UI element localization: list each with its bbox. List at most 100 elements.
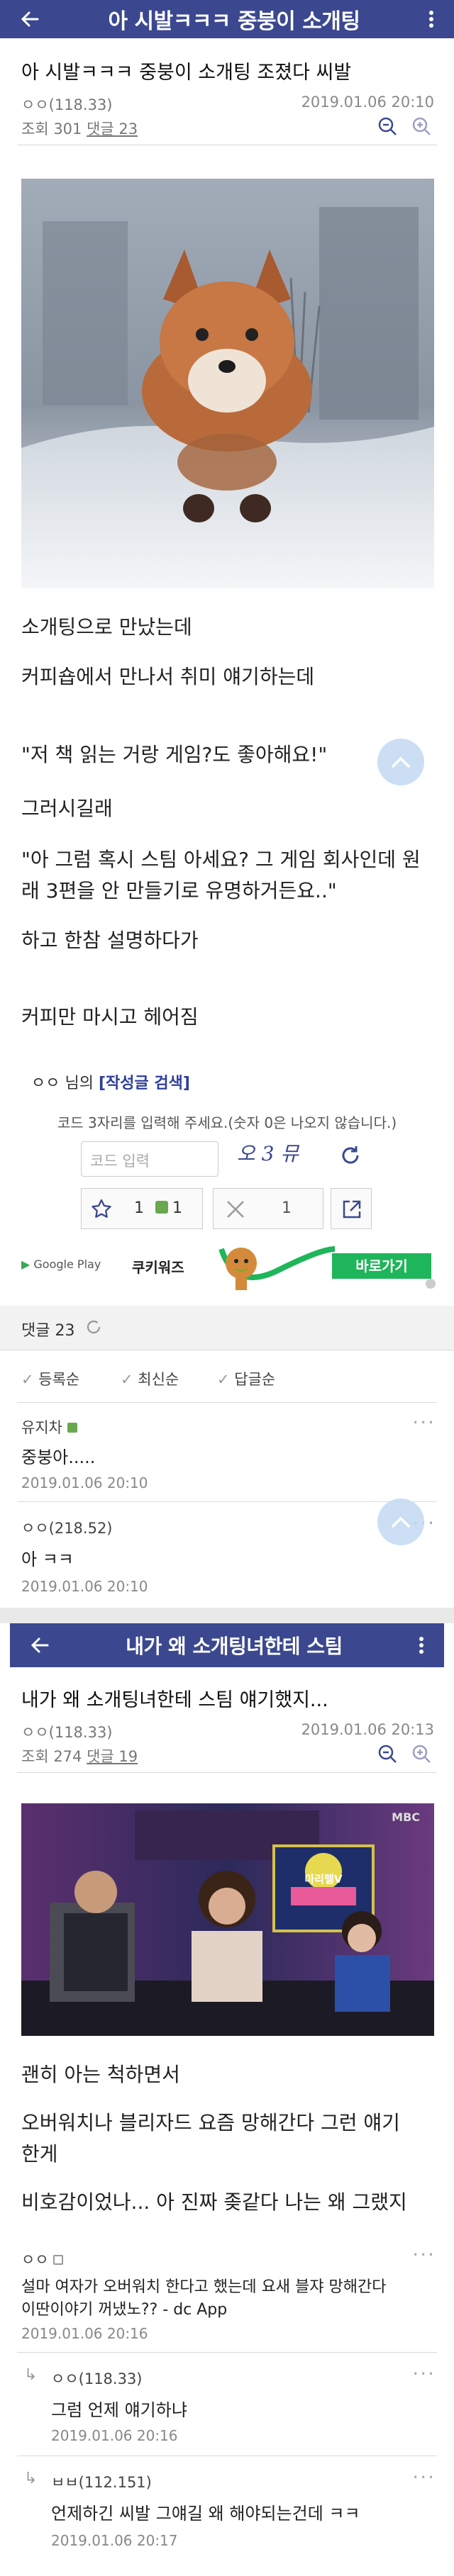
divider [17,2455,437,2456]
arrow-left-icon [21,11,39,27]
ad-store-label: Google Play [33,1258,101,1271]
comment-author[interactable]: ㅂㅂ(112.151) [51,2471,152,2492]
captcha-code-image: 오 3 뮤 [237,1142,299,1165]
comment-text: 중붕아..... [21,1447,96,1467]
scroll-top-button[interactable] [377,1499,424,1545]
post-body-line: 커피만 마시고 헤어짐 [21,1005,199,1029]
comment-count-link[interactable]: 댓글 19 [87,1748,138,1765]
back-button[interactable] [10,1623,70,1667]
comment-count-link[interactable]: 댓글 23 [87,121,138,138]
zoom-out-button[interactable] [377,116,397,139]
comment-text: 그럼 언제 얘기하냐 [51,2400,187,2420]
ad-cta-button[interactable]: 바로가기 [332,1253,431,1279]
comment-author[interactable]: ㅇㅇ [21,2249,64,2270]
share-icon [343,1200,361,1219]
author-search-prefix: ㅇㅇ 님의 [31,1075,94,1092]
ad-banner[interactable]: ▶ Google Play 쿠키워즈 바로가기 [0,1242,454,1292]
share-button[interactable] [331,1188,372,1229]
back-button[interactable] [0,0,60,38]
fixed-user-icon [155,1201,168,1214]
ad-close-icon[interactable] [426,1279,436,1289]
sort-label: 최신순 [138,1371,179,1388]
upvote-button[interactable]: 1 1 [81,1188,203,1229]
chevron-up-icon [392,1516,410,1528]
comment-date: 2019.01.06 20:10 [21,1578,148,1595]
check-icon: ✓ [121,1371,133,1388]
post-body-line: "아 그럼 혹시 스팀 아세요? 그 게임 회사인데 원 [21,848,421,871]
top-app-bar: 내가 왜 소개팅녀한테 스팀 [10,1623,444,1667]
check-icon: ✓ [217,1371,230,1388]
more-vertical-icon [429,11,433,28]
comments-header: 댓글 23 [0,1306,454,1350]
sort-option-latest[interactable]: ✓ 최신순 [121,1368,179,1389]
downvote-button[interactable]: 1 [213,1188,323,1229]
comments-count: 댓글 23 [21,1322,75,1340]
post-body-line: "저 책 읽는 거랑 게임?도 좋아해요!" [21,743,328,766]
reply-arrow-icon: ↳ [24,2366,38,2384]
comment-text: 언제하긴 씨발 그얘길 왜 해야되는건데 ㅋㅋ [51,2504,360,2524]
more-vertical-icon [419,1637,423,1654]
zoom-in-icon [412,1745,431,1763]
post-stats: 조회 274 댓글 19 [21,1745,138,1766]
mobile-icon [53,2255,64,2265]
captcha-refresh-button[interactable] [339,1144,362,1170]
post-date: 2019.01.06 20:13 [301,1721,434,1738]
post-body-line: 오버워치나 블리자드 요즘 망해간다 그런 얘기 [21,2111,400,2134]
comment-author[interactable]: ㅇㅇ(118.33) [51,2368,143,2389]
chevron-up-icon [392,756,410,768]
zoom-out-icon [378,117,397,135]
post-body-line: 래 3편을 안 만들기로 유명하거든요.." [21,879,337,902]
comment-author[interactable]: 유지차 [21,1416,77,1438]
check-icon: ✓ [21,1371,34,1388]
post-body-line: 비호감이었나... 아 진짜 좆같다 나는 왜 그랬지 [21,2190,407,2214]
refresh-icon [342,1146,359,1164]
comment-text: 이딴이야기 꺼냈노?? - dc App [21,2301,228,2319]
google-play-badge: ▶ Google Play [21,1258,101,1271]
downvote-count: 1 [282,1199,292,1217]
view-count: 조회 301 [21,121,82,138]
post-stats: 조회 301 댓글 23 [21,118,138,139]
zoom-in-button[interactable] [411,1744,431,1766]
post-title: 아 시발ㅋㅋㅋ 중붕이 소개팅 조졌다 씨발 [21,62,352,84]
captcha-hint: 코드 3자리를 입력해 주세요.(숫자 0은 나오지 않습니다.) [57,1114,397,1131]
comment-more-button[interactable]: ··· [412,2243,436,2266]
view-count: 조회 274 [21,1748,82,1765]
sort-option-replies[interactable]: ✓ 답글순 [217,1368,275,1389]
post-body-line: 그러시길래 [21,797,113,820]
arrow-left-icon [31,1637,49,1653]
show-logo: 마리텔V [304,1873,343,1886]
comment-date: 2019.01.06 20:16 [21,2325,148,2342]
zoom-out-button[interactable] [377,1744,397,1766]
broadcaster-logo: MBC [392,1810,420,1824]
more-menu-button[interactable] [399,1623,444,1667]
fixed-upvote-count: 1 [172,1199,182,1217]
comment-more-button[interactable]: ··· [412,2362,436,2385]
sort-option-registered[interactable]: ✓ 등록순 [21,1368,79,1389]
scroll-top-button[interactable] [377,739,424,785]
top-app-bar: 아 시발ㅋㅋㅋ 중붕이 소개팅 [0,0,454,38]
refresh-icon [87,1320,101,1334]
reply-arrow-icon: ↳ [24,2470,38,2487]
header-title: 내가 왜 소개팅녀한테 스팀 [126,1635,343,1658]
post-separator [0,1608,454,1623]
post-image-fox [21,179,434,588]
divider [17,1501,437,1502]
ad-brand: 쿠키워즈 [132,1259,184,1276]
post-author[interactable]: ㅇㅇ(118.33) [21,1721,113,1742]
post-image-tv-studio: MBC 마리텔V [21,1803,434,2036]
comment-author[interactable]: ㅇㅇ(218.52) [21,1517,113,1538]
comment-date: 2019.01.06 20:16 [51,2427,178,2444]
header-title: 아 시발ㅋㅋㅋ 중붕이 소개팅 [108,9,360,34]
captcha-input[interactable]: 코드 입력 [81,1141,218,1177]
post-author[interactable]: ㅇㅇ(118.33) [21,94,113,115]
post-body-line: 한게 [21,2142,58,2166]
comment-more-button[interactable]: ··· [412,2465,436,2489]
more-menu-button[interactable] [409,0,454,38]
zoom-in-button[interactable] [411,116,431,139]
comment-more-button[interactable]: ··· [412,1411,436,1434]
author-search-link[interactable]: [작성글 검색] [99,1075,190,1092]
comment-date: 2019.01.06 20:10 [21,1474,148,1491]
x-icon [227,1201,244,1218]
comment-text: 아 ㅋㅋ [21,1550,74,1569]
fixed-user-icon [67,1423,77,1433]
